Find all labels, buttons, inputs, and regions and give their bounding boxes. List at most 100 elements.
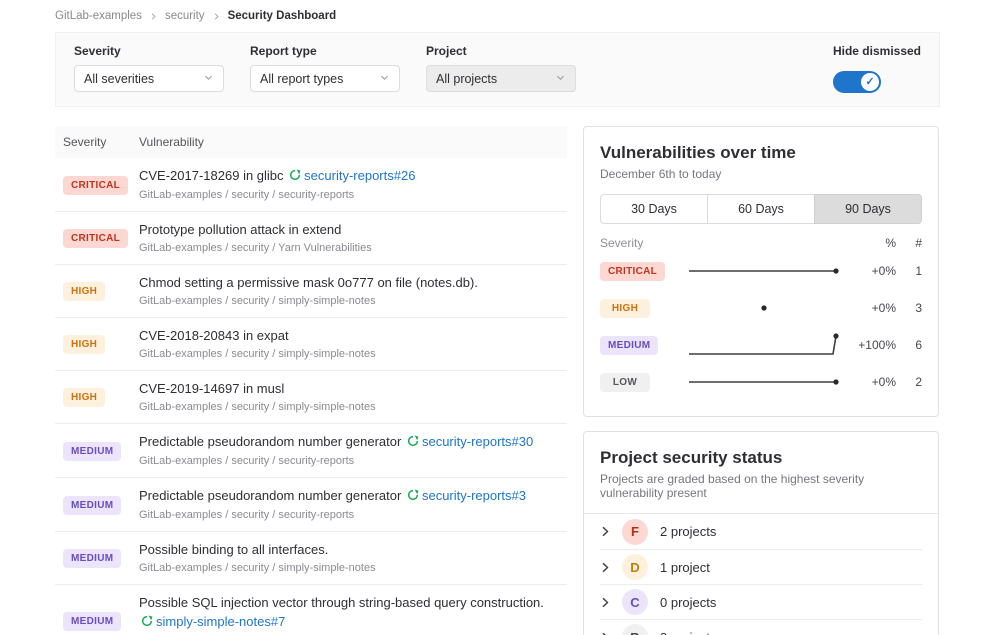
severity-badge: HIGH — [63, 282, 105, 301]
trend-row: LOW +0% 2 — [600, 363, 922, 400]
trend-percent-header: % — [844, 236, 896, 250]
vulnerability-project-path: GitLab-examples / security / simply-simp… — [139, 348, 567, 361]
vulnerability-project-path: GitLab-examples / security / simply-simp… — [139, 562, 567, 575]
grade-row[interactable]: C 0 projects — [600, 584, 922, 619]
vulnerability-project-path: GitLab-examples / security / security-re… — [139, 455, 567, 468]
table-row[interactable]: CRITICAL CVE-2017-18269 in glibc securit… — [55, 158, 567, 211]
breadcrumb-item[interactable]: security — [165, 10, 205, 22]
trend-count-value: 6 — [896, 338, 922, 352]
severity-filter-select[interactable]: All severities — [74, 65, 224, 92]
range-30-days-button[interactable]: 30 Days — [600, 194, 708, 224]
issue-link[interactable]: security-reports#30 — [422, 434, 533, 449]
table-row[interactable]: HIGH CVE-2019-14697 in musl GitLab-examp… — [55, 370, 567, 423]
trend-row: HIGH +0% 3 — [600, 289, 922, 326]
chevron-right-icon — [212, 12, 221, 21]
project-security-status-card: Project security status Projects are gra… — [583, 431, 939, 635]
vulnerability-link-line: simply-simple-notes#7 — [139, 613, 567, 631]
vulnerability-title[interactable]: CVE-2018-20843 in expat — [139, 327, 567, 344]
vulnerability-title[interactable]: Predictable pseudorandom number generato… — [139, 487, 567, 505]
toggle-check-icon: ✓ — [861, 73, 879, 91]
chevron-right-icon — [600, 526, 622, 537]
trend-row: MEDIUM +100% 6 — [600, 326, 922, 363]
severity-filter-value: All severities — [84, 72, 154, 86]
severity-badge: HIGH — [63, 335, 105, 354]
table-row[interactable]: CRITICAL Prototype pollution attack in e… — [55, 211, 567, 264]
severity-badge: MEDIUM — [63, 442, 121, 461]
project-filter-select[interactable]: All projects — [426, 65, 576, 92]
issue-link[interactable]: security-reports#26 — [304, 168, 415, 183]
breadcrumb-item[interactable]: Security Dashboard — [228, 10, 337, 22]
vulnerability-list: CRITICAL CVE-2017-18269 in glibc securit… — [55, 158, 567, 635]
vulnerability-title[interactable]: Possible SQL injection vector through st… — [139, 594, 567, 611]
table-row[interactable]: MEDIUM Predictable pseudorandom number g… — [55, 477, 567, 531]
vulnerability-title[interactable]: Prototype pollution attack in extend — [139, 221, 567, 238]
grade-row[interactable]: D 1 project — [600, 549, 922, 584]
range-60-days-button[interactable]: 60 Days — [707, 194, 815, 224]
project-filter-label: Project — [426, 44, 576, 58]
trend-percent-value: +0% — [844, 375, 896, 389]
table-row[interactable]: HIGH Chmod setting a permissive mask 0o7… — [55, 264, 567, 317]
breadcrumb: GitLab-examples security Security Dashboar… — [55, 8, 940, 32]
sparkline-chart — [686, 254, 844, 288]
vulnerability-title[interactable]: Chmod setting a permissive mask 0o777 on… — [139, 274, 567, 291]
hide-dismissed-toggle[interactable]: ✓ — [833, 71, 881, 93]
vulnerability-title[interactable]: Predictable pseudorandom number generato… — [139, 433, 567, 451]
vulnerability-project-path: GitLab-examples / security / simply-simp… — [139, 295, 567, 308]
issue-link[interactable]: security-reports#3 — [422, 488, 526, 503]
breadcrumb-item[interactable]: GitLab-examples — [55, 10, 142, 22]
security-dashboard-app: GitLab-examples security Security Dashboar… — [0, 0, 1002, 635]
severity-badge: LOW — [600, 373, 650, 392]
grade-letter-badge: F — [622, 519, 648, 545]
day-range-button-group: 30 Days 60 Days 90 Days — [600, 194, 922, 224]
table-row[interactable]: HIGH CVE-2018-20843 in expat GitLab-exam… — [55, 317, 567, 370]
grade-project-count: 1 project — [660, 560, 710, 575]
issue-link-icon — [141, 614, 153, 631]
vulnerability-title[interactable]: CVE-2019-14697 in musl — [139, 380, 567, 397]
project-filter-value: All projects — [436, 72, 497, 86]
vulnerabilities-over-time-card: Vulnerabilities over time December 6th t… — [583, 126, 939, 417]
grade-row[interactable]: F 2 projects — [600, 514, 922, 549]
table-header: Severity Vulnerability — [55, 126, 567, 158]
table-row[interactable]: MEDIUM Possible binding to all interface… — [55, 531, 567, 584]
chevron-right-icon — [149, 12, 158, 21]
table-row[interactable]: MEDIUM Predictable pseudorandom number g… — [55, 423, 567, 477]
project-filter-group: Project All projects — [426, 44, 576, 92]
vulnerability-project-path: GitLab-examples / security / simply-simp… — [139, 401, 567, 414]
grade-letter-badge: D — [622, 554, 648, 580]
chevron-right-icon — [600, 597, 622, 608]
vulnerability-title[interactable]: CVE-2017-18269 in glibc security-reports… — [139, 167, 567, 185]
over-time-title: Vulnerabilities over time — [600, 143, 922, 163]
range-90-days-button[interactable]: 90 Days — [814, 194, 922, 224]
severity-badge: HIGH — [63, 388, 105, 407]
severity-badge: HIGH — [600, 299, 650, 318]
issue-link-icon — [407, 488, 419, 505]
trend-row: CRITICAL +0% 1 — [600, 252, 922, 289]
report-type-filter-label: Report type — [250, 44, 400, 58]
severity-badge: MEDIUM — [63, 612, 121, 631]
issue-link-icon — [407, 434, 419, 451]
severity-badge: MEDIUM — [63, 496, 121, 515]
trend-percent-value: +100% — [844, 338, 896, 352]
trend-count-value: 2 — [896, 375, 922, 389]
sparkline-chart — [686, 328, 844, 362]
severity-column-header: Severity — [55, 135, 139, 149]
report-type-filter-group: Report type All report types — [250, 44, 400, 92]
trend-header: Severity % # — [600, 236, 922, 250]
vulnerability-project-path: GitLab-examples / security / security-re… — [139, 189, 567, 202]
chevron-right-icon — [600, 632, 622, 635]
report-type-filter-select[interactable]: All report types — [250, 65, 400, 92]
hide-dismissed-group: Hide dismissed ✓ — [833, 44, 921, 93]
over-time-subtitle: December 6th to today — [600, 167, 922, 181]
vulnerability-title[interactable]: Possible binding to all interfaces. — [139, 541, 567, 558]
vulnerability-project-path: GitLab-examples / security / security-re… — [139, 509, 567, 522]
grade-row[interactable]: B 0 projects — [600, 619, 922, 635]
severity-badge: MEDIUM — [600, 336, 658, 355]
filter-panel: Severity All severities Report type All … — [55, 32, 940, 107]
vulnerability-project-path: GitLab-examples / security / Yarn Vulner… — [139, 242, 567, 255]
severity-badge: CRITICAL — [600, 262, 665, 281]
issue-link[interactable]: simply-simple-notes#7 — [156, 614, 285, 629]
severity-badge: CRITICAL — [63, 176, 128, 195]
sparkline-chart — [686, 365, 844, 399]
table-row[interactable]: MEDIUM Possible SQL injection vector thr… — [55, 584, 567, 635]
project-status-subtitle: Projects are graded based on the highest… — [600, 472, 922, 500]
